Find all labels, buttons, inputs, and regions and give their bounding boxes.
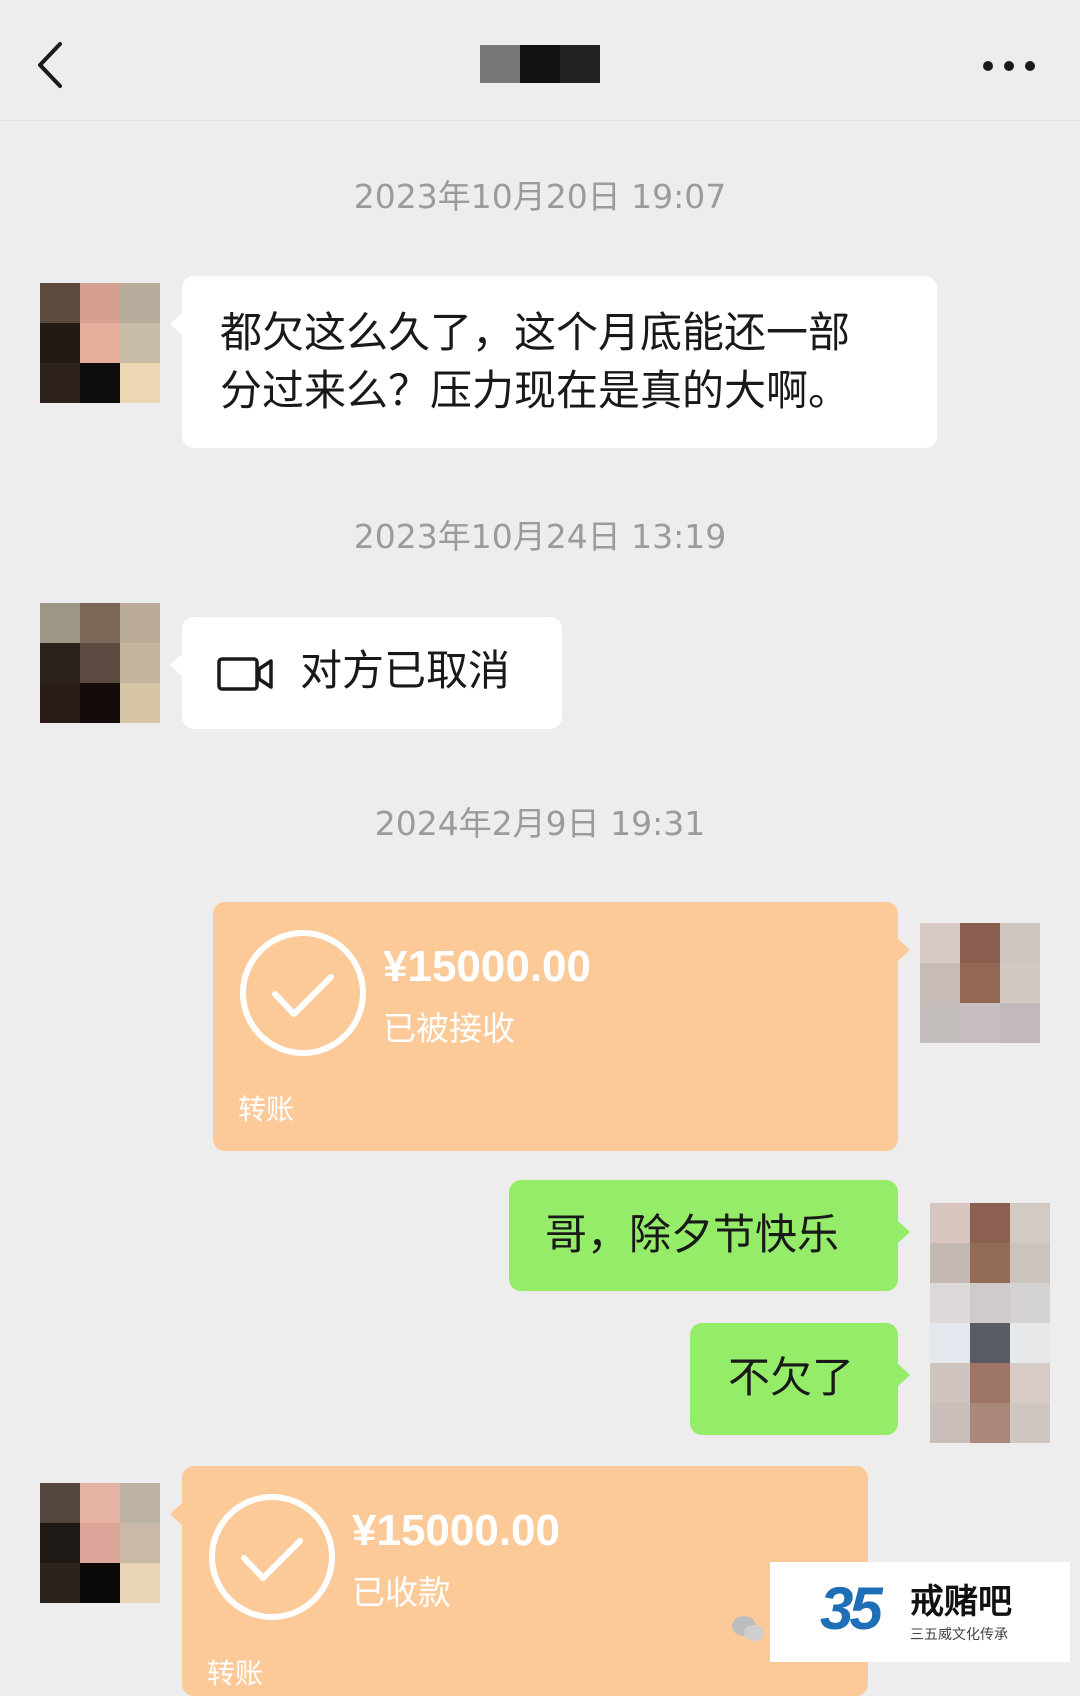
chat-header xyxy=(0,0,1080,121)
transfer-bubble-outgoing[interactable]: ¥15000.00 已被接收 转账 xyxy=(213,902,910,1151)
avatar-contact[interactable] xyxy=(40,603,160,723)
watermark-subtitle: 三五威文化传承 xyxy=(910,1627,1008,1643)
timestamp: 2023年10月24日 13:19 xyxy=(353,517,727,556)
avatar-contact[interactable] xyxy=(40,283,160,403)
message-text: 哥，除夕节快乐 xyxy=(545,1210,840,1259)
more-icon[interactable] xyxy=(980,56,1040,76)
avatar-self[interactable] xyxy=(920,923,1040,1043)
contact-name-redacted xyxy=(480,45,600,83)
video-call-bubble[interactable]: 对方已取消 xyxy=(170,617,562,729)
watermark-number: 35 xyxy=(820,1575,883,1642)
transfer-status: 已收款 xyxy=(352,1573,451,1612)
check-circle-icon xyxy=(240,930,366,1056)
message-bubble-outgoing[interactable]: 哥，除夕节快乐 xyxy=(509,1180,910,1291)
check-circle-icon xyxy=(209,1494,335,1620)
transfer-label: 转账 xyxy=(238,1093,295,1126)
call-status-text: 对方已取消 xyxy=(300,646,511,695)
back-icon[interactable] xyxy=(32,40,72,90)
avatar-self[interactable] xyxy=(930,1323,1050,1443)
wechat-icon xyxy=(732,1616,764,1641)
transfer-status: 已被接收 xyxy=(383,1009,515,1048)
transfer-label: 转账 xyxy=(207,1657,264,1690)
message-text: 不欠了 xyxy=(728,1353,855,1402)
transfer-amount: ¥15000.00 xyxy=(383,942,591,991)
timestamp: 2023年10月20日 19:07 xyxy=(353,177,727,216)
watermark-name: 戒赌吧 xyxy=(910,1582,1012,1622)
avatar-self[interactable] xyxy=(930,1203,1050,1323)
message-bubble-incoming[interactable]: 都欠这么久了，这个月底能还一部 分过来么？压力现在是真的大啊。 xyxy=(170,276,937,448)
watermark: 35 戒赌吧 三五威文化传承 xyxy=(732,1562,1070,1662)
message-text-line: 都欠这么久了，这个月底能还一部 xyxy=(220,308,851,357)
message-text-line: 分过来么？压力现在是真的大啊。 xyxy=(220,366,851,415)
video-call-icon xyxy=(217,655,273,697)
transfer-amount: ¥15000.00 xyxy=(352,1506,560,1555)
message-bubble-outgoing[interactable]: 不欠了 xyxy=(690,1323,910,1435)
timestamp: 2024年2月9日 19:31 xyxy=(374,804,706,843)
avatar-contact[interactable] xyxy=(40,1483,160,1603)
